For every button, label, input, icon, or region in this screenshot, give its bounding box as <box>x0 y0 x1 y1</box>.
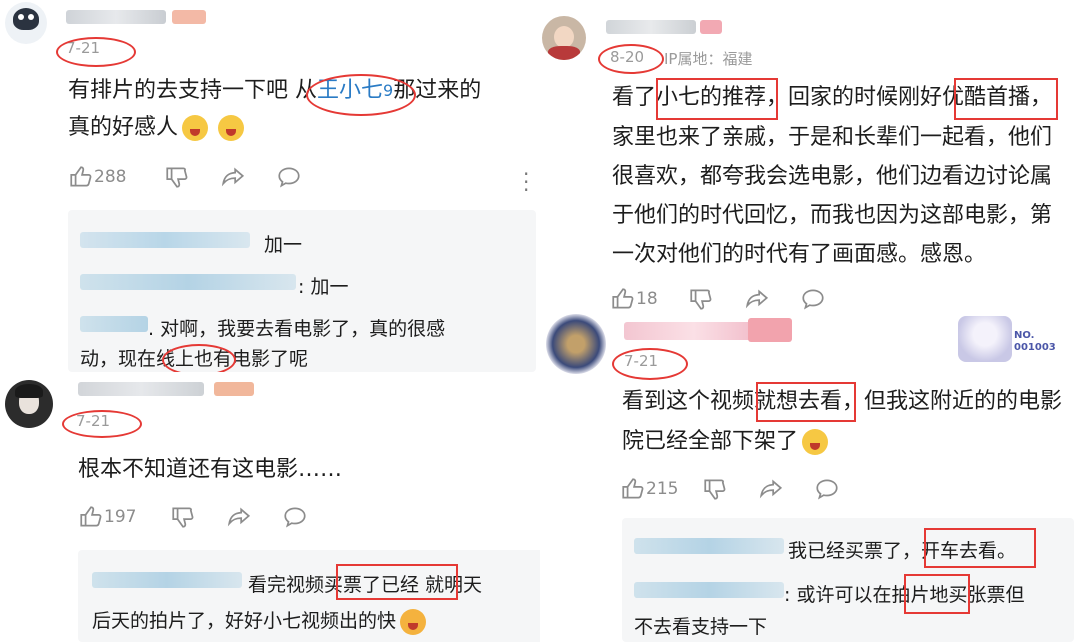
reply-username-blurred[interactable] <box>80 274 296 290</box>
share-button[interactable] <box>758 476 784 502</box>
like-button[interactable]: 18 <box>610 286 658 312</box>
comment-text: 有排片的去支持一下吧 从王小七9那过来的 <box>68 78 482 103</box>
action-bar: 197 <box>78 504 332 530</box>
crying-emoji-icon <box>182 115 209 141</box>
reply-button[interactable] <box>814 476 840 502</box>
dislike-icon <box>172 507 194 528</box>
action-bar: 215 <box>620 476 864 502</box>
comment-icon <box>802 289 824 310</box>
comment-date: 7-21 <box>76 412 111 430</box>
level-badge-blurred <box>172 10 206 24</box>
reply-thread: 看完视频买票了已经 就明天 后天的拍片了，好好小七视频出的快 <box>78 550 552 642</box>
like-icon <box>622 478 644 499</box>
share-icon <box>228 507 251 527</box>
avatar[interactable] <box>5 380 53 428</box>
dislike-icon <box>704 479 726 500</box>
username-blurred[interactable] <box>624 322 764 340</box>
comment-text: 根本不知道还有这电影…… <box>78 457 343 482</box>
reply-text: 看完视频买票了已经 就明天 <box>248 574 483 596</box>
comment-date: 7-21 <box>624 352 659 370</box>
like-button[interactable]: 215 <box>620 476 678 502</box>
reply-username-blurred[interactable] <box>634 582 784 598</box>
fan-badge-number: NO. 001003 <box>1014 330 1056 353</box>
sad-emoji-icon <box>802 429 829 455</box>
reply-button[interactable] <box>282 504 308 530</box>
like-icon <box>70 166 92 187</box>
comment-text: 一次对他们的时代有了画面感。感恩。 <box>612 242 987 267</box>
reply-username-blurred[interactable] <box>92 572 242 588</box>
reply-text: 我已经买票了，开车去看。 <box>788 540 1017 562</box>
comment-text: 看了小七的推荐，回家的时候刚好优酷首播， <box>612 85 1053 110</box>
comment-text: 很喜欢，都夸我会选电影，他们边看边讨论属 <box>612 164 1053 189</box>
ip-location: IP属地：福建 <box>664 50 753 68</box>
comment-date: 7-21 <box>66 39 101 57</box>
username-blurred[interactable] <box>78 382 204 396</box>
reply-username-blurred[interactable] <box>634 538 784 554</box>
reply-thread: 我已经买票了，开车去看。 : 或许可以在拍片地买张票但 不去看支持一下 <box>622 518 1074 642</box>
dislike-icon <box>690 289 712 310</box>
comment-card-3: 8-20 IP属地：福建 看了小七的推荐，回家的时候刚好优酷首播， 家里也来了亲… <box>540 0 1080 312</box>
share-button[interactable] <box>226 504 252 530</box>
comment-text: 院已经全部下架了 <box>622 424 829 460</box>
comment-card-4: NO. 001003 7-21 看到这个视频就想去看，但我这附近的的电影 院已经… <box>540 312 1080 642</box>
share-icon <box>222 167 245 187</box>
share-icon <box>760 479 783 499</box>
reply-text: : 加一 <box>298 276 349 298</box>
like-icon <box>80 506 102 527</box>
comment-icon <box>278 167 301 188</box>
dog-emoji-icon <box>400 608 427 635</box>
dislike-button[interactable] <box>688 286 714 312</box>
comment-card-1: 7-21 有排片的去支持一下吧 从王小七9那过来的 真的好感人 288 · · · … <box>0 0 556 372</box>
avatar[interactable] <box>542 16 586 60</box>
comment-card-2: 7-21 根本不知道还有这电影…… 197 看完视频买票了已经 就明天 后天的拍… <box>0 372 556 642</box>
comment-icon <box>816 479 839 500</box>
reply-text: 动，现在线上也有电影了呢 <box>80 348 309 370</box>
share-button[interactable] <box>220 164 246 190</box>
level-badge-blurred <box>214 382 254 396</box>
level-badge-blurred <box>700 20 722 34</box>
action-bar: 288 <box>68 164 326 190</box>
dislike-button[interactable] <box>702 476 728 502</box>
like-button[interactable]: 288 <box>68 164 126 190</box>
more-icon[interactable]: · · · <box>523 164 529 200</box>
crying-emoji-icon <box>218 115 245 141</box>
fan-badge-image <box>958 316 1012 362</box>
username-blurred[interactable] <box>606 20 696 34</box>
dislike-button[interactable] <box>164 164 190 190</box>
reply-text: 加一 <box>264 234 303 256</box>
like-icon <box>612 288 634 309</box>
comment-icon <box>284 507 307 528</box>
share-button[interactable] <box>744 286 770 312</box>
reply-text: : 或许可以在拍片地买张票但 <box>784 584 1025 606</box>
reply-text: . 对啊，我要去看电影了，真的很感 <box>148 318 446 340</box>
reply-username-blurred[interactable] <box>80 232 250 248</box>
dislike-button[interactable] <box>170 504 196 530</box>
share-icon <box>745 289 768 309</box>
level-badge-blurred <box>748 318 792 342</box>
comment-text: 家里也来了亲戚，于是和长辈们一起看，他们 <box>612 125 1053 150</box>
reply-username-blurred[interactable] <box>80 316 148 332</box>
mention-link[interactable]: 王小七 <box>317 78 383 103</box>
avatar[interactable] <box>5 2 47 44</box>
reply-button[interactable] <box>800 286 826 312</box>
comment-text: 于他们的时代回忆，而我也因为这部电影，第 <box>612 203 1053 228</box>
avatar[interactable] <box>546 314 606 374</box>
reply-thread: 加一 : 加一 . 对啊，我要去看电影了，真的很感 动，现在线上也有电影了呢 <box>68 210 536 372</box>
dislike-icon <box>166 167 188 188</box>
comment-text: 看到这个视频就想去看，但我这附近的的电影 <box>622 389 1063 414</box>
reply-text: 后天的拍片了，好好小七视频出的快 <box>92 606 427 635</box>
comment-text-line2: 真的好感人 <box>68 110 245 146</box>
reply-text: 不去看支持一下 <box>634 616 768 638</box>
username-blurred[interactable] <box>66 10 166 24</box>
reply-button[interactable] <box>276 164 302 190</box>
action-bar: 18 <box>610 286 850 312</box>
comment-date: 8-20 <box>610 48 645 66</box>
like-button[interactable]: 197 <box>78 504 136 530</box>
